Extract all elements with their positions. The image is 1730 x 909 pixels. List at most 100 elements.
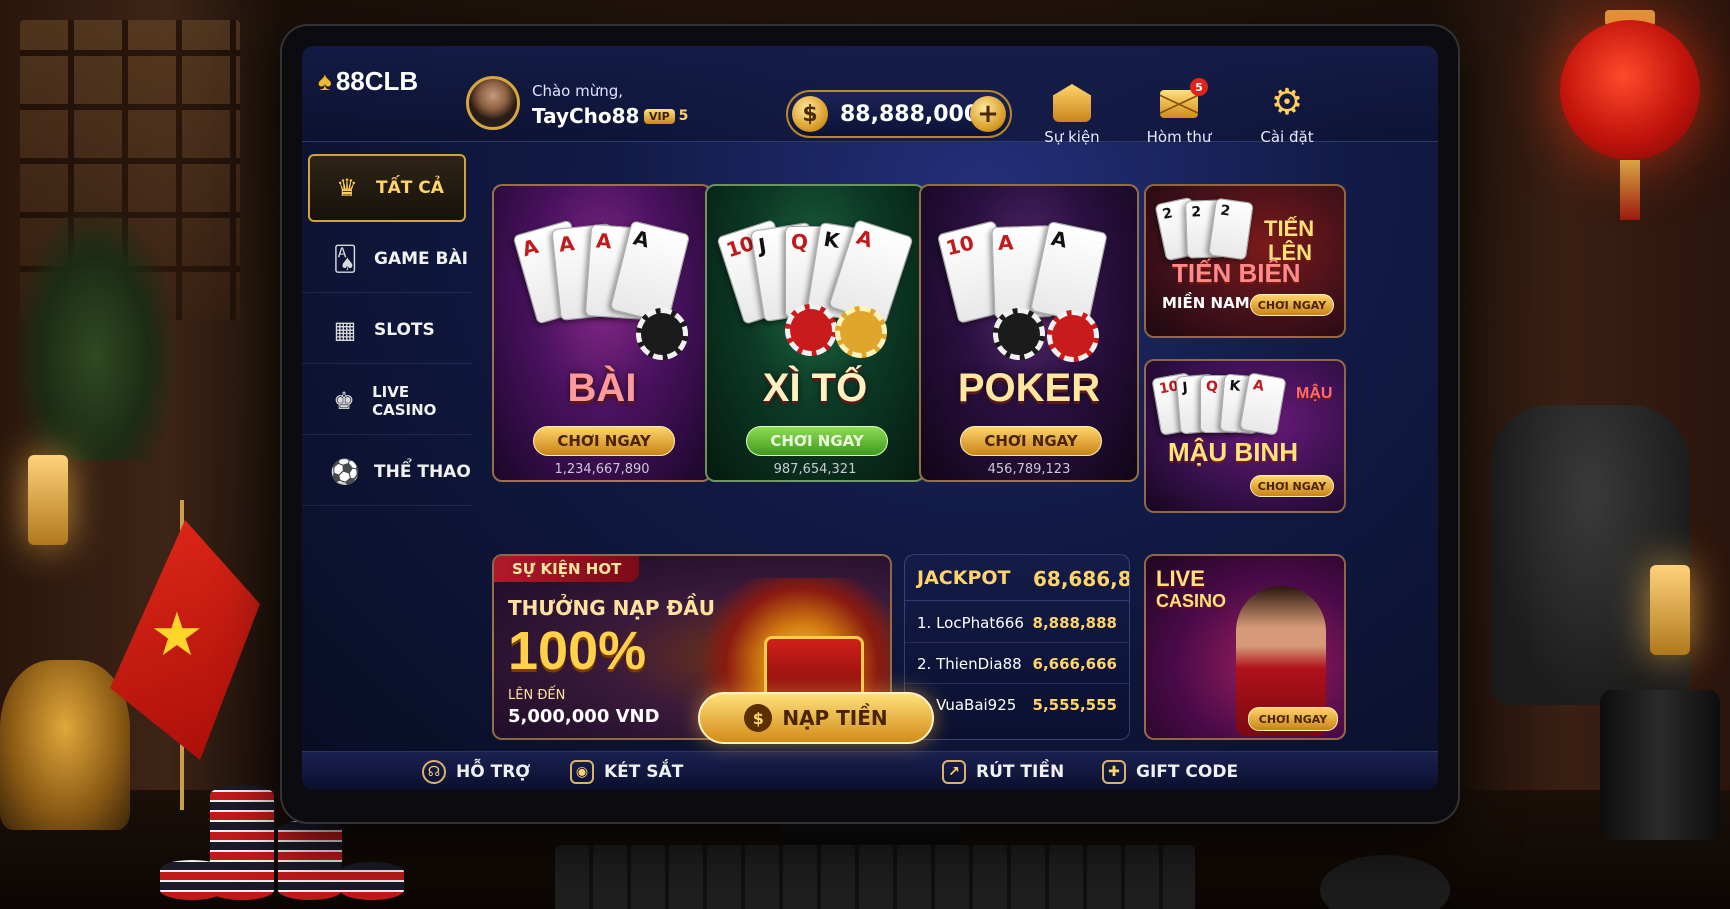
- game-title-line: TIẾN: [1264, 216, 1315, 241]
- lantern-tassel: [1620, 160, 1640, 220]
- jackpot-amount: 8,888,888: [1032, 613, 1117, 632]
- chip-stack: [160, 860, 224, 900]
- golden-dragon-statue: [0, 660, 130, 830]
- sidebar-item-label: THỂ THAO: [374, 461, 471, 482]
- settings-label: Cài đặt: [1260, 128, 1314, 146]
- sidebar-item-label: SLOTS: [374, 319, 435, 340]
- vip-badge: VIP: [644, 108, 675, 124]
- monitor-stand: [780, 820, 960, 844]
- live-casino-card[interactable]: LIVE CASINO CHƠI NGAY: [1144, 554, 1346, 740]
- gift-code-button[interactable]: ✚ GIFT CODE: [1102, 752, 1238, 790]
- game-title: POKER: [957, 366, 1101, 410]
- crown-icon: ♛: [336, 174, 358, 202]
- support-button[interactable]: ☊ HỖ TRỢ: [422, 752, 530, 790]
- jackpot-row: 3. VuaBai925 5,555,555: [905, 685, 1129, 725]
- live-title-line: LIVE: [1156, 566, 1205, 591]
- play-now-button[interactable]: CHƠI NGAY: [1250, 475, 1334, 497]
- sidebar-item-slots[interactable]: ▦ SLOTS: [302, 296, 472, 364]
- username: TayCho88: [532, 104, 640, 128]
- withdraw-label: RÚT TIỀN: [976, 761, 1065, 782]
- mailbox-button[interactable]: 5 Hòm thư: [1134, 78, 1224, 146]
- live-title-line: CASINO: [1156, 591, 1227, 611]
- mail-icon-wrap: 5: [1160, 78, 1208, 122]
- vip-level: 5: [678, 108, 689, 124]
- lobby-header: ♠ 88CLB Chào mừng, TayCho88 VIP 5 $ 88,8…: [302, 46, 1438, 146]
- mail-count-badge: 5: [1190, 78, 1208, 96]
- game-card-xi-to[interactable]: 10 J Q K A XÌ TỐ CHƠI NGAY 987,654,321: [705, 184, 925, 482]
- game-card-tien-len[interactable]: 2 2 2 TIẾN LÊN TIẾN BIÊN MIỀN NAM CHƠI N…: [1144, 184, 1346, 338]
- mail-icon: [1160, 90, 1198, 118]
- monitor: ♠ 88CLB Chào mừng, TayCho88 VIP 5 $ 88,8…: [282, 26, 1458, 822]
- red-lantern: [1560, 20, 1700, 160]
- bottom-nav-bar: ☊ HỖ TRỢ ◉ KÉT SẮT ↗ RÚT TIỀN ✚ GIFT COD…: [302, 751, 1438, 790]
- promo-tag: SỰ KIỆN HOT: [494, 556, 640, 582]
- add-funds-button[interactable]: +: [970, 96, 1006, 132]
- player-count: 987,654,321: [773, 462, 857, 477]
- game-card-mau-binh[interactable]: 10 J Q K A MẬU MẬU BINH CHƠI NGAY: [1144, 359, 1346, 513]
- deposit-label: NẠP TIỀN: [782, 706, 888, 730]
- sidebar-item-label: TẤT CẢ: [376, 178, 444, 198]
- sidebar-item-label: GAME BÀI: [374, 248, 468, 269]
- settings-button[interactable]: ⚙ Cài đặt: [1242, 82, 1332, 147]
- promo-title: THƯỞNG NẠP ĐẦU: [508, 596, 715, 620]
- chip-stack: [278, 820, 342, 900]
- chip-stack: [340, 862, 404, 900]
- play-now-button[interactable]: CHƠI NGAY: [746, 426, 888, 456]
- flag-star-icon: ★: [150, 600, 204, 670]
- events-button[interactable]: Sự kiện: [1027, 84, 1117, 146]
- play-now-button[interactable]: CHƠI NGAY: [1248, 707, 1338, 731]
- jackpot-player-name: VuaBai925: [936, 696, 1017, 714]
- jackpot-rank: 1.: [917, 613, 932, 632]
- withdraw-icon: ↗: [942, 759, 966, 784]
- gear-icon: ⚙: [1270, 82, 1304, 123]
- jackpot-value: 68,686,868: [1033, 567, 1129, 591]
- promo-upto: LÊN ĐẾN: [508, 688, 566, 703]
- deposit-button[interactable]: $ NẠP TIỀN: [698, 692, 934, 744]
- sidebar-item-all[interactable]: ♛ TẤT CẢ: [308, 154, 466, 222]
- logo[interactable]: ♠ 88CLB: [318, 66, 418, 97]
- sidebar-item-card-games[interactable]: 🂡 GAME BÀI: [302, 225, 472, 293]
- game-title: BÀI: [567, 366, 637, 410]
- promo-amount: 5,000,000 VND: [508, 706, 660, 727]
- game-card-poker[interactable]: 10 A A POKER CHƠI NGAY 456,789,123: [919, 184, 1139, 482]
- player-count: 1,234,667,890: [554, 462, 650, 477]
- poker-chip: [785, 304, 837, 356]
- mailbox-label: Hòm thư: [1146, 128, 1212, 146]
- jackpot-label: JACKPOT: [917, 567, 1011, 589]
- coin-icon: $: [792, 96, 828, 132]
- avatar[interactable]: [466, 76, 520, 130]
- safe-label: KÉT SẮT: [604, 761, 684, 782]
- cards-icon: 🂡: [332, 244, 358, 273]
- playing-card: 2: [1208, 197, 1254, 261]
- live-casino-title: LIVE CASINO: [1156, 568, 1226, 612]
- jackpot-player: 1. LocPhat666: [917, 614, 1024, 632]
- category-sidebar: ♛ TẤT CẢ 🂡 GAME BÀI ▦ SLOTS ♚ LIVE CASIN…: [302, 154, 472, 509]
- jackpot-row: 1. LocPhat666 8,888,888: [905, 603, 1129, 643]
- playing-cards-art: 10 A A: [936, 220, 1119, 362]
- playing-cards-art: A A A A: [512, 219, 692, 360]
- gift-code-label: GIFT CODE: [1136, 761, 1239, 782]
- game-subtitle: MIỀN NAM: [1162, 294, 1250, 312]
- balance-display: $ 88,888,000 +: [786, 90, 1012, 138]
- jackpot-rank: 2.: [917, 654, 932, 673]
- playing-cards-art: 10 J Q K A: [716, 218, 914, 358]
- play-now-button[interactable]: CHƠI NGAY: [533, 426, 675, 456]
- sidebar-item-live-casino[interactable]: ♚ LIVE CASINO: [302, 367, 472, 435]
- sidebar-item-sports[interactable]: ⚽ THỂ THAO: [302, 438, 472, 506]
- jackpot-player: 2. ThienDia88: [917, 655, 1022, 673]
- game-lobby-screen: ♠ 88CLB Chào mừng, TayCho88 VIP 5 $ 88,8…: [302, 46, 1438, 790]
- safe-button[interactable]: ◉ KÉT SẮT: [570, 752, 683, 790]
- game-title: XÌ TỐ: [762, 366, 868, 410]
- withdraw-button[interactable]: ↗ RÚT TIỀN: [942, 752, 1064, 790]
- play-now-button[interactable]: CHƠI NGAY: [960, 426, 1102, 456]
- jackpot-row: 2. ThienDia88 6,666,666: [905, 644, 1129, 684]
- game-title-line: TIẾN BIÊN: [1172, 258, 1301, 288]
- keyboard: [555, 845, 1195, 909]
- spade-icon: ♠: [318, 66, 332, 96]
- vip-indicator: VIP 5: [644, 108, 688, 124]
- greeting-text: Chào mừng,: [532, 82, 624, 100]
- player-count: 456,789,123: [987, 462, 1071, 477]
- game-card-bai[interactable]: A A A A BÀI CHƠI NGAY 1,234,667,890: [492, 184, 712, 482]
- play-now-button[interactable]: CHƠI NGAY: [1250, 294, 1334, 316]
- slot-machine-icon: ▦: [333, 315, 357, 344]
